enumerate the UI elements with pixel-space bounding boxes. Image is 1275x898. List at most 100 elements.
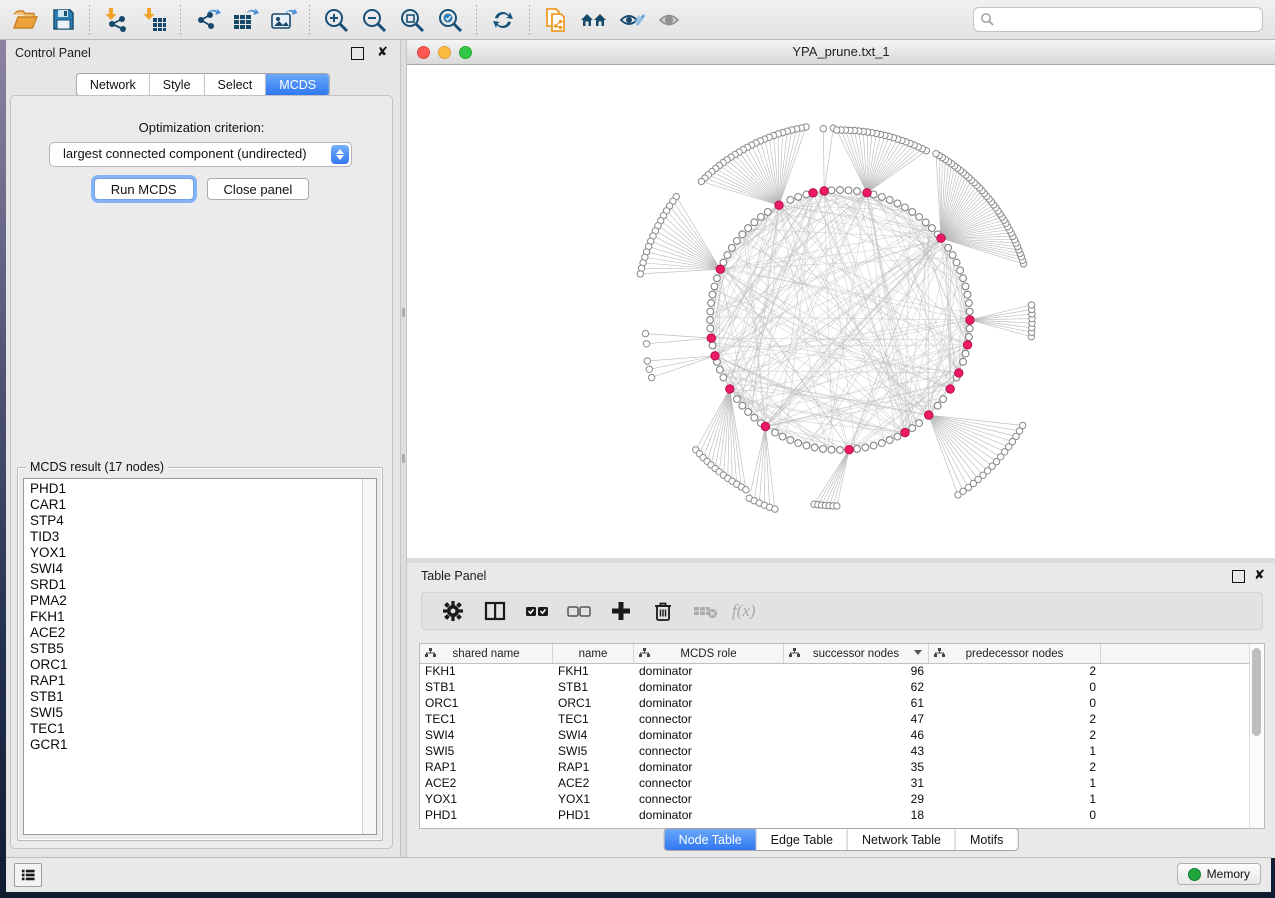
zoom-fit-icon[interactable] <box>395 4 429 36</box>
mcds-node[interactable] <box>761 422 769 430</box>
network-node[interactable] <box>922 219 929 226</box>
network-node[interactable] <box>894 200 901 207</box>
mcds-node[interactable] <box>775 201 783 209</box>
network-node[interactable] <box>1028 302 1034 308</box>
network-node[interactable] <box>646 366 652 372</box>
network-node[interactable] <box>894 433 901 440</box>
result-node-item[interactable]: SWI4 <box>24 561 362 577</box>
float-panel-icon[interactable] <box>351 47 364 60</box>
network-node[interactable] <box>772 506 778 512</box>
network-node[interactable] <box>739 231 746 238</box>
network-node[interactable] <box>902 204 909 211</box>
export-image-icon[interactable] <box>266 4 300 36</box>
network-node[interactable] <box>878 194 885 201</box>
network-node[interactable] <box>751 219 758 226</box>
table-row[interactable]: STB1STB1dominator620 <box>420 679 1250 695</box>
network-node[interactable] <box>934 402 941 409</box>
mcds-node[interactable] <box>716 265 724 273</box>
network-node[interactable] <box>803 442 810 449</box>
network-node[interactable] <box>909 425 916 432</box>
network-node[interactable] <box>909 209 916 216</box>
result-node-item[interactable]: STP4 <box>24 513 362 529</box>
zoom-selected-icon[interactable] <box>433 4 467 36</box>
network-node[interactable] <box>828 187 835 194</box>
network-node[interactable] <box>966 300 973 307</box>
network-node[interactable] <box>779 433 786 440</box>
table-settings-gear-icon[interactable] <box>434 595 472 627</box>
network-node[interactable] <box>940 396 947 403</box>
network-node[interactable] <box>886 197 893 204</box>
network-node[interactable] <box>643 341 649 347</box>
export-table-icon[interactable] <box>228 4 262 36</box>
column-header-predecessor-nodes[interactable]: predecessor nodes <box>929 644 1101 663</box>
network-node[interactable] <box>772 429 779 436</box>
network-node[interactable] <box>837 447 844 454</box>
column-header-name[interactable]: name <box>553 644 634 663</box>
network-node[interactable] <box>820 446 827 453</box>
network-node[interactable] <box>820 126 826 132</box>
table-row[interactable]: SWI5SWI5connector431 <box>420 743 1250 759</box>
memory-button[interactable]: Memory <box>1177 863 1261 885</box>
result-node-item[interactable]: CAR1 <box>24 497 362 513</box>
network-node[interactable] <box>945 244 952 251</box>
close-panel-button[interactable]: Close panel <box>207 178 310 200</box>
mcds-node[interactable] <box>963 341 971 349</box>
network-node[interactable] <box>707 325 714 332</box>
table-row[interactable]: PHD1PHD1dominator180 <box>420 807 1250 823</box>
show-all-eye-icon[interactable] <box>653 4 687 36</box>
mcds-node[interactable] <box>925 411 933 419</box>
network-node[interactable] <box>960 275 967 282</box>
network-node[interactable] <box>962 283 969 290</box>
network-node[interactable] <box>709 342 716 349</box>
mcds-node[interactable] <box>955 369 963 377</box>
mcds-node[interactable] <box>707 334 715 342</box>
tab-select[interactable]: Select <box>205 74 267 95</box>
network-node[interactable] <box>916 214 923 221</box>
mcds-node[interactable] <box>863 189 871 197</box>
import-network-icon[interactable] <box>99 4 133 36</box>
result-node-item[interactable]: SRD1 <box>24 577 362 593</box>
network-node[interactable] <box>828 446 835 453</box>
tab-network[interactable]: Network <box>77 74 150 95</box>
result-node-item[interactable]: ORC1 <box>24 657 362 673</box>
mcds-node[interactable] <box>937 234 945 242</box>
network-node[interactable] <box>795 194 802 201</box>
column-header-MCDS-role[interactable]: MCDS role <box>634 644 784 663</box>
network-node[interactable] <box>708 300 715 307</box>
network-node[interactable] <box>734 396 741 403</box>
network-node[interactable] <box>729 244 736 251</box>
network-node[interactable] <box>957 267 964 274</box>
result-node-item[interactable]: GCR1 <box>24 737 362 753</box>
network-node[interactable] <box>962 350 969 357</box>
tab-motifs[interactable]: Motifs <box>956 829 1017 850</box>
network-node[interactable] <box>811 444 818 451</box>
network-node[interactable] <box>637 271 643 277</box>
open-file-icon[interactable] <box>8 4 42 36</box>
network-node[interactable] <box>751 414 758 421</box>
mcds-node[interactable] <box>726 385 734 393</box>
network-node[interactable] <box>966 334 973 341</box>
network-node[interactable] <box>724 252 731 259</box>
network-node[interactable] <box>878 440 885 447</box>
mcds-node[interactable] <box>966 316 974 324</box>
network-node[interactable] <box>642 330 648 336</box>
table-row[interactable]: ACE2ACE2connector311 <box>420 775 1250 791</box>
refresh-view-icon[interactable] <box>486 4 520 36</box>
network-node[interactable] <box>834 127 840 133</box>
network-node[interactable] <box>734 238 741 245</box>
table-row[interactable]: ORC1ORC1dominator610 <box>420 695 1250 711</box>
mcds-node[interactable] <box>820 187 828 195</box>
close-table-panel-icon[interactable]: ✘ <box>1254 568 1265 582</box>
tab-edge-table[interactable]: Edge Table <box>757 829 848 850</box>
delete-column-icon[interactable] <box>644 595 682 627</box>
close-panel-icon[interactable]: ✘ <box>377 45 388 59</box>
delete-table-icon[interactable] <box>686 595 724 627</box>
result-node-item[interactable]: STB5 <box>24 641 362 657</box>
export-network-icon[interactable] <box>190 4 224 36</box>
vertical-splitter[interactable] <box>400 40 407 858</box>
result-node-item[interactable]: YOX1 <box>24 545 362 561</box>
tab-node-table[interactable]: Node Table <box>665 829 757 850</box>
table-row[interactable]: FKH1FKH1dominator962 <box>420 663 1250 679</box>
mcds-node[interactable] <box>946 385 954 393</box>
float-table-panel-icon[interactable] <box>1232 570 1245 583</box>
